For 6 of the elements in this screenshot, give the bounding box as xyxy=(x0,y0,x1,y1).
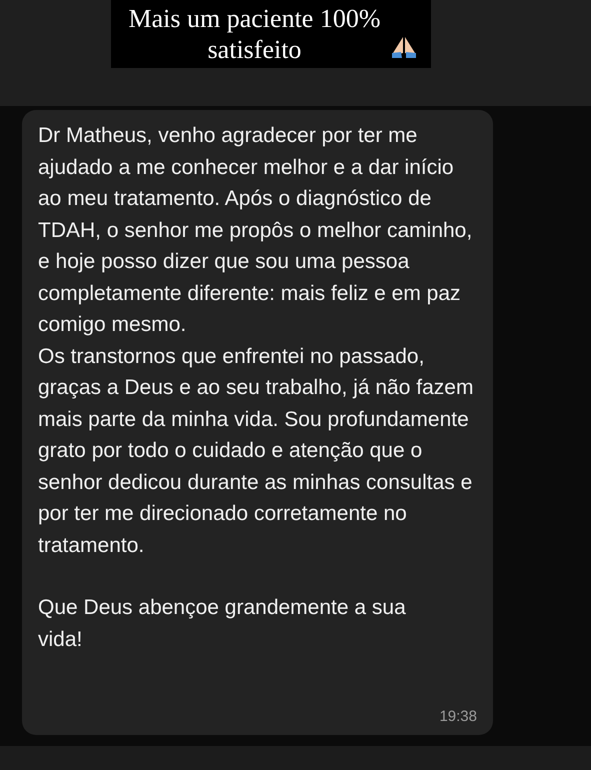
praying-hands-icon xyxy=(390,35,416,59)
message-time: 19:38 xyxy=(439,708,477,725)
message-text: Que Deus abençoe grandemente a sua vida! xyxy=(38,595,407,652)
message-text: Os transtornos que enfrentei no passado, graças a Deus e ao seu trabalho, já não fazem mais parte da minha vida. Sou profundamente grato por todo o cuidado e atenção que o senhor dedicou durante as minhas consultas e por ter me direcionado corretamente no tratamento. xyxy=(38,344,474,558)
caption-text: Mais um paciente 100% satisfeito xyxy=(128,3,382,65)
message-text: Dr Matheus, venho agradecer por ter me ajudado a me conhecer melhor e a dar início ao meu tratamento. Após o diagnóstico de TDAH, o senhor me propôs o melhor caminho, e hoje posso dizer que sou uma pessoa completamente diferente: mais feliz e em paz comigo mesmo. xyxy=(38,123,474,338)
